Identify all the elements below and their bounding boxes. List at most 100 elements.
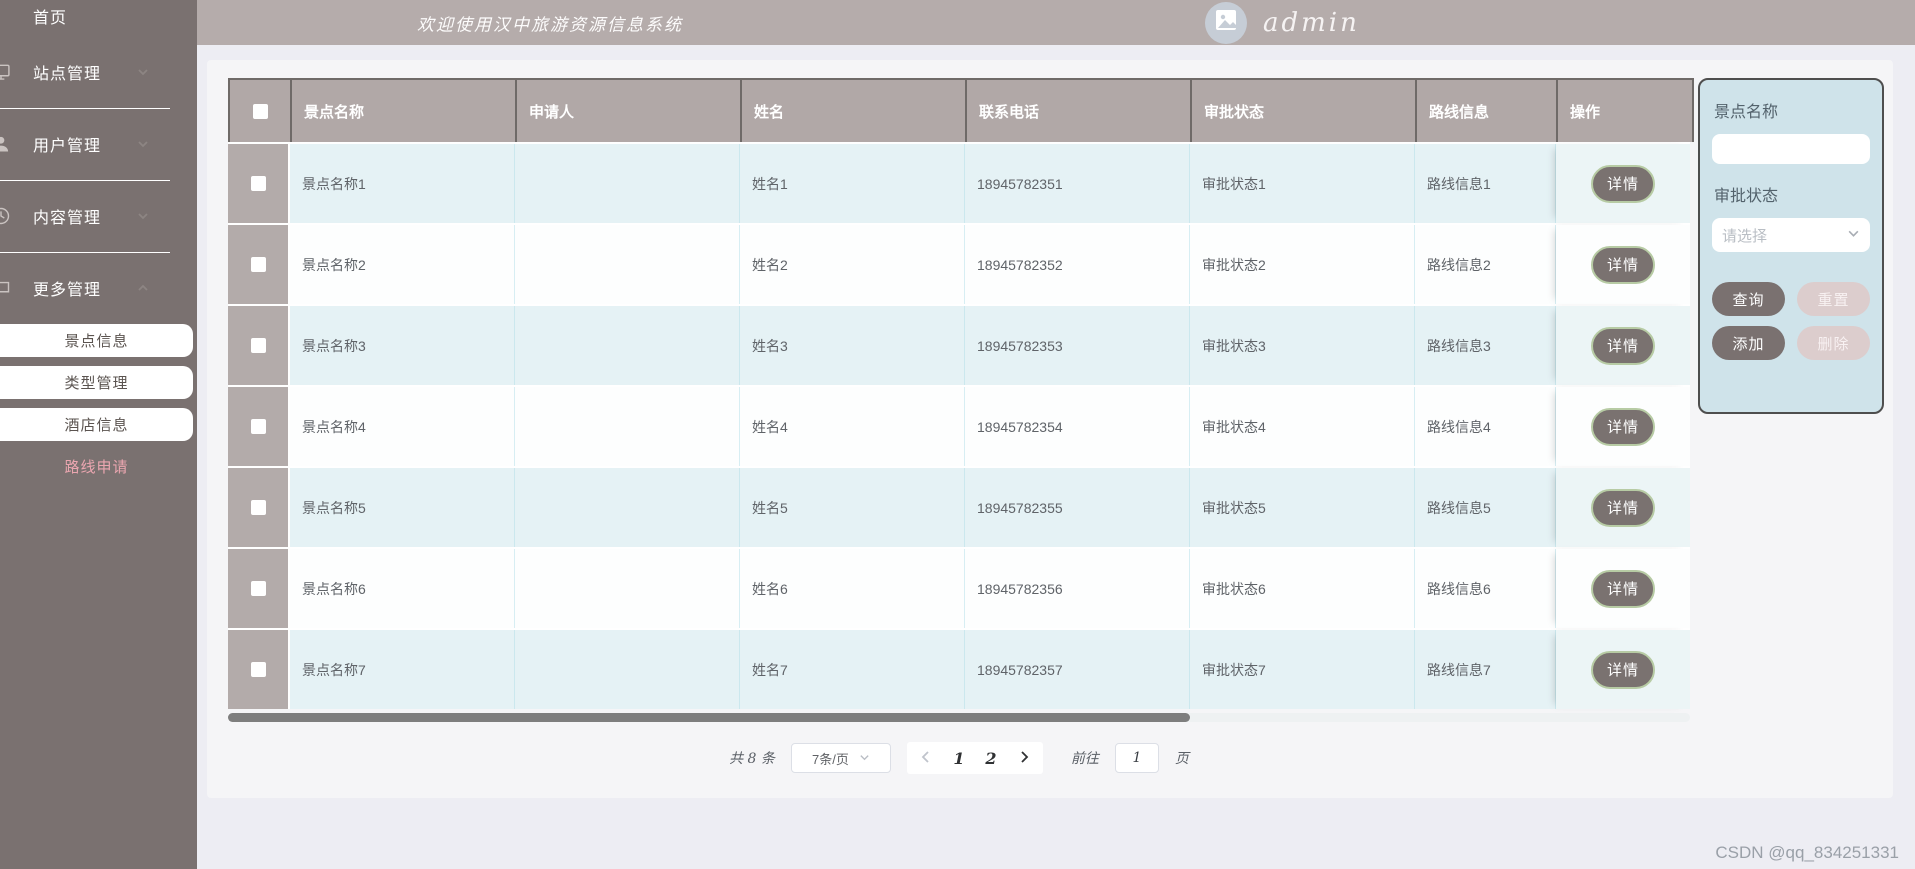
table-row: 景点名称4 姓名4 18945782354 审批状态4 路线信息4 详情: [228, 385, 1690, 466]
table-cell: 审批状态6: [1190, 549, 1415, 628]
detail-button[interactable]: 详情: [1591, 650, 1655, 689]
table-header-row: 景点名称 申请人 姓名 联系电话 审批状态 路线信息 操作: [228, 78, 1694, 142]
row-checkbox-cell: [228, 468, 290, 547]
chevron-down-icon: [136, 137, 150, 151]
table-cell: 景点名称4: [290, 387, 515, 466]
table-cell: 景点名称1: [290, 144, 515, 223]
row-checkbox[interactable]: [250, 581, 266, 596]
search-button[interactable]: 查询: [1712, 282, 1785, 316]
table-cell: 景点名称2: [290, 225, 515, 304]
table-cell: 18945782352: [965, 225, 1190, 304]
chevron-down-icon: [136, 65, 150, 79]
table-cell: 18945782353: [965, 306, 1190, 385]
detail-button[interactable]: 详情: [1591, 569, 1655, 608]
submenu-item-active[interactable]: 路线申请: [0, 450, 193, 483]
column-header: 操作: [1558, 80, 1692, 142]
page-number[interactable]: 2: [975, 749, 1007, 768]
action-cell: 详情: [1556, 468, 1690, 547]
filter-buttons: 查询 重置 添加 删除: [1712, 282, 1870, 360]
sidebar-item-label: 更多管理: [33, 282, 102, 299]
submenu-item[interactable]: 类型管理: [0, 366, 193, 399]
sidebar-item-label: 站点管理: [33, 66, 102, 83]
detail-button[interactable]: 详情: [1591, 488, 1655, 527]
delete-button[interactable]: 删除: [1797, 326, 1870, 360]
sidebar-item-2[interactable]: 用户管理: [0, 108, 197, 180]
detail-button[interactable]: 详情: [1591, 326, 1655, 365]
chat-icon: [0, 278, 11, 298]
sidebar-item-home[interactable]: 首页: [0, 0, 197, 36]
status-select[interactable]: 请选择: [1712, 218, 1870, 252]
table-cell: 姓名2: [740, 225, 965, 304]
total-count: 共 8 条: [729, 751, 775, 767]
reset-button[interactable]: 重置: [1797, 282, 1870, 316]
table-cell: 审批状态7: [1190, 630, 1415, 709]
table-cell: 18945782351: [965, 144, 1190, 223]
avatar[interactable]: [1205, 1, 1247, 44]
add-button[interactable]: 添加: [1712, 326, 1785, 360]
filter-name-label: 景点名称: [1714, 104, 1779, 121]
table-cell: 姓名3: [740, 306, 965, 385]
table-row: 景点名称6 姓名6 18945782356 审批状态6 路线信息6 详情: [228, 547, 1690, 628]
sidebar-item-3[interactable]: 内容管理: [0, 180, 197, 252]
next-page-button[interactable]: [1007, 743, 1041, 773]
horizontal-scrollbar[interactable]: [228, 713, 1690, 722]
goto-page-input[interactable]: [1114, 743, 1159, 773]
column-header: 路线信息: [1417, 80, 1558, 142]
submenu-item[interactable]: 景点信息: [0, 324, 193, 357]
prev-page-button[interactable]: [909, 743, 943, 773]
row-checkbox-cell: [228, 306, 290, 385]
page-number-current[interactable]: 1: [943, 749, 975, 768]
submenu-item[interactable]: 酒店信息: [0, 408, 193, 441]
filter-status-label: 审批状态: [1714, 188, 1779, 205]
select-all-checkbox[interactable]: [252, 103, 268, 119]
detail-button[interactable]: 详情: [1591, 407, 1655, 446]
action-cell: 详情: [1556, 387, 1690, 466]
table-cell: 18945782354: [965, 387, 1190, 466]
column-header: 联系电话: [967, 80, 1192, 142]
table-cell: 姓名5: [740, 468, 965, 547]
table-cell: 审批状态4: [1190, 387, 1415, 466]
table-row: 景点名称3 姓名3 18945782353 审批状态3 路线信息3 详情: [228, 304, 1690, 385]
table-cell: [515, 468, 740, 547]
page-unit-label: 页: [1174, 751, 1189, 767]
table-cell: 姓名1: [740, 144, 965, 223]
page-size-select[interactable]: 7条/页: [790, 743, 891, 773]
table-cell: 审批状态5: [1190, 468, 1415, 547]
row-checkbox[interactable]: [250, 662, 266, 677]
table-cell: 景点名称3: [290, 306, 515, 385]
row-checkbox[interactable]: [250, 419, 266, 434]
row-checkbox-cell: [228, 630, 290, 709]
app-root: 首页 站点管理 用户管理 内容管理 更多管理 景点信息 类型管理 酒店信息 路线申请 欢迎使用汉…: [0, 0, 1915, 869]
monitor-icon: [0, 62, 11, 82]
action-cell: 详情: [1556, 306, 1690, 385]
table-cell: 路线信息3: [1415, 306, 1556, 385]
detail-button[interactable]: 详情: [1591, 164, 1655, 203]
table-cell: [515, 225, 740, 304]
sidebar-item-1[interactable]: 站点管理: [0, 36, 197, 108]
table-body: 景点名称1 姓名1 18945782351 审批状态1 路线信息1 详情 景点名称2 姓名2 1…: [228, 142, 1690, 709]
username: admin: [1263, 7, 1360, 38]
table-cell: 审批状态2: [1190, 225, 1415, 304]
column-header: 景点名称: [292, 80, 517, 142]
table-cell: [515, 387, 740, 466]
table-cell: 景点名称6: [290, 549, 515, 628]
chevron-down-icon: [859, 751, 870, 766]
scenic-name-input[interactable]: [1712, 134, 1870, 164]
row-checkbox[interactable]: [250, 257, 266, 272]
table-row: 景点名称5 姓名5 18945782355 审批状态5 路线信息5 详情: [228, 466, 1690, 547]
row-checkbox[interactable]: [250, 176, 266, 191]
table-cell: 景点名称5: [290, 468, 515, 547]
sidebar-item-4[interactable]: 更多管理: [0, 252, 197, 324]
scrollbar-thumb[interactable]: [228, 713, 1190, 722]
status-select-placeholder: 请选择: [1722, 227, 1768, 245]
table-cell: 路线信息1: [1415, 144, 1556, 223]
column-header: 姓名: [742, 80, 967, 142]
page-size-value: 7条/页: [811, 751, 849, 767]
table-cell: 路线信息5: [1415, 468, 1556, 547]
table-row: 景点名称1 姓名1 18945782351 审批状态1 路线信息1 详情: [228, 142, 1690, 223]
detail-button[interactable]: 详情: [1591, 245, 1655, 284]
row-checkbox-cell: [228, 549, 290, 628]
table-cell: [515, 306, 740, 385]
row-checkbox[interactable]: [250, 338, 266, 353]
row-checkbox[interactable]: [250, 500, 266, 515]
